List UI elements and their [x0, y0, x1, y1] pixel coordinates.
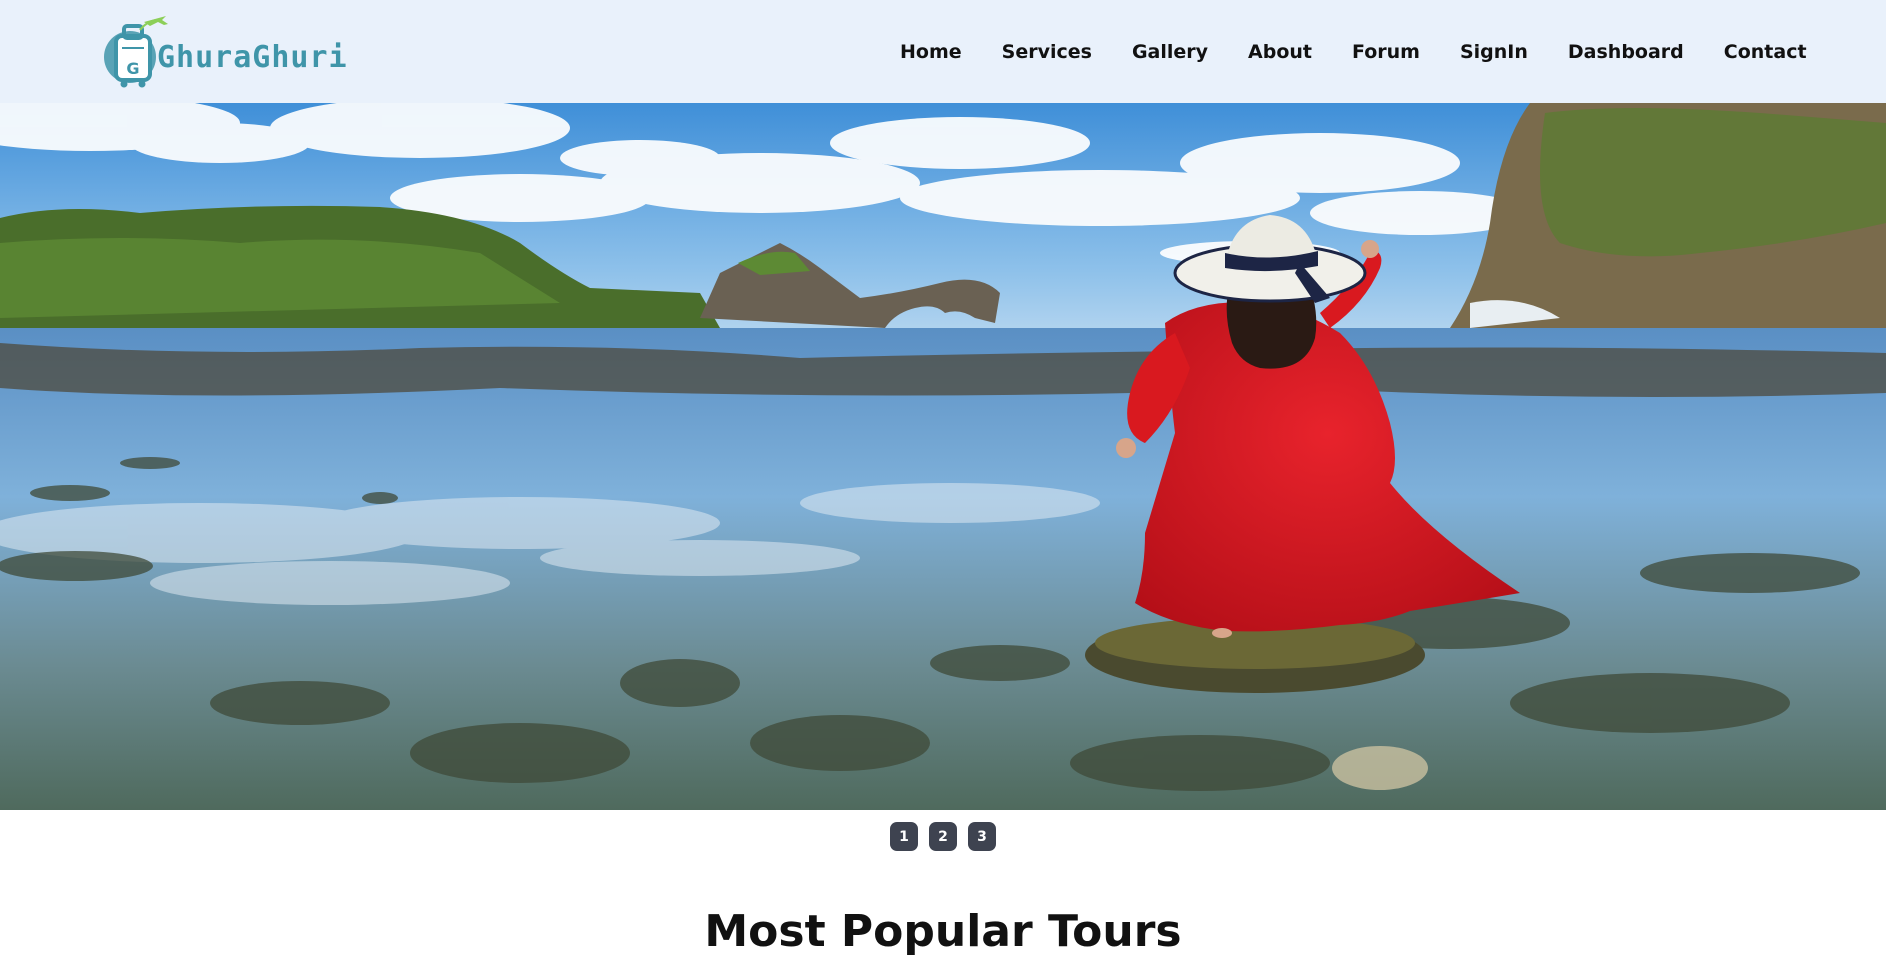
slide-1-button[interactable]: 1 — [890, 822, 918, 851]
site-header: G GhuraGhuri Home Services Gallery About… — [0, 0, 1886, 103]
svg-text:G: G — [126, 59, 139, 78]
slider-pagination: 1 2 3 — [0, 822, 1886, 851]
nav-gallery[interactable]: Gallery — [1112, 41, 1228, 63]
hero-slider-image — [0, 103, 1886, 810]
popular-tours-heading: Most Popular Tours — [704, 906, 1182, 957]
nav-forum[interactable]: Forum — [1332, 41, 1440, 63]
nav-dashboard[interactable]: Dashboard — [1548, 41, 1704, 63]
main-nav: Home Services Gallery About Forum SignIn… — [880, 0, 1827, 103]
nav-contact[interactable]: Contact — [1704, 41, 1827, 63]
nav-signin[interactable]: SignIn — [1440, 41, 1548, 63]
beach-scene-image — [0, 103, 1886, 810]
brand-logo[interactable]: G GhuraGhuri — [100, 12, 390, 92]
nav-services[interactable]: Services — [982, 41, 1112, 63]
nav-about[interactable]: About — [1228, 41, 1332, 63]
brand-name: GhuraGhuri — [157, 40, 348, 75]
slide-2-button[interactable]: 2 — [929, 822, 957, 851]
nav-home[interactable]: Home — [880, 41, 982, 63]
slide-3-button[interactable]: 3 — [968, 822, 996, 851]
